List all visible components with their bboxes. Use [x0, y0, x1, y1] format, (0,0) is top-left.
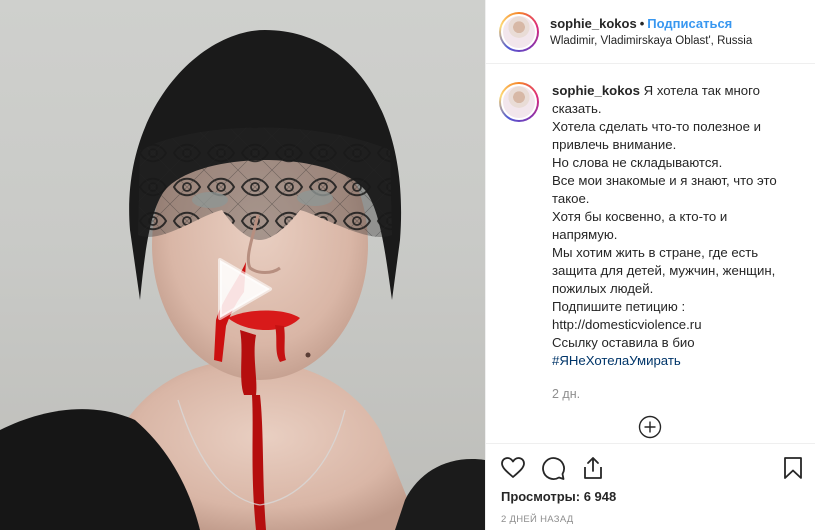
comments-section: sophie_kokos Я хотела так много сказать.… — [499, 82, 805, 403]
share-icon[interactable] — [580, 455, 606, 481]
caption: sophie_kokos Я хотела так много сказать.… — [552, 82, 792, 403]
heart-icon[interactable] — [500, 455, 526, 481]
views-label: Просмотры: — [501, 489, 581, 504]
caption-line: Все мои знакомые и я знают, что это тако… — [552, 173, 777, 206]
hashtag-link[interactable]: #ЯНеХотелаУмирать — [552, 352, 792, 370]
post-sidebar: sophie_kokos • Подписаться Wladimir, Vladi… — [485, 0, 815, 530]
comment-icon[interactable] — [540, 455, 566, 481]
comment-time: 2 дн. — [552, 387, 581, 401]
views-count[interactable]: Просмотры: 6 948 — [501, 489, 616, 504]
caption-link[interactable]: http://domesticviolence.ru — [552, 316, 792, 334]
caption-line: Подпишите петицию : — [552, 299, 686, 314]
caption-line: Мы хотим жить в стране, где есть защита … — [552, 245, 776, 296]
caption-line: Хотя бы косвенно, а кто-то и напрямую. — [552, 209, 728, 242]
play-icon[interactable] — [206, 254, 276, 324]
caption-line: Ссылку оставила в био — [552, 335, 695, 350]
caption-avatar[interactable] — [499, 82, 539, 122]
caption-line: Хотела сделать что-то полезное и привлеч… — [552, 119, 762, 152]
location-link[interactable]: Wladimir, Vladimirskaya Oblast', Russia — [550, 35, 752, 47]
caption-username[interactable]: sophie_kokos — [552, 83, 640, 98]
instagram-post: sophie_kokos • Подписаться Wladimir, Vladi… — [0, 0, 815, 530]
post-video[interactable] — [0, 0, 485, 530]
separator-dot: • — [639, 16, 645, 31]
plus-circle-icon[interactable] — [638, 415, 662, 439]
action-bar: Просмотры: 6 948 2 ДНЕЙ НАЗАД — [486, 443, 815, 530]
follow-button[interactable]: Подписаться — [647, 16, 732, 31]
post-date[interactable]: 2 ДНЕЙ НАЗАД — [501, 514, 574, 525]
header-username[interactable]: sophie_kokos — [550, 16, 637, 31]
caption-line: Но слова не складываются. — [552, 155, 723, 170]
post-header: sophie_kokos • Подписаться Wladimir, Vladi… — [486, 0, 815, 64]
views-number: 6 948 — [583, 489, 617, 504]
bookmark-icon[interactable] — [780, 455, 806, 481]
avatar[interactable] — [499, 11, 539, 52]
